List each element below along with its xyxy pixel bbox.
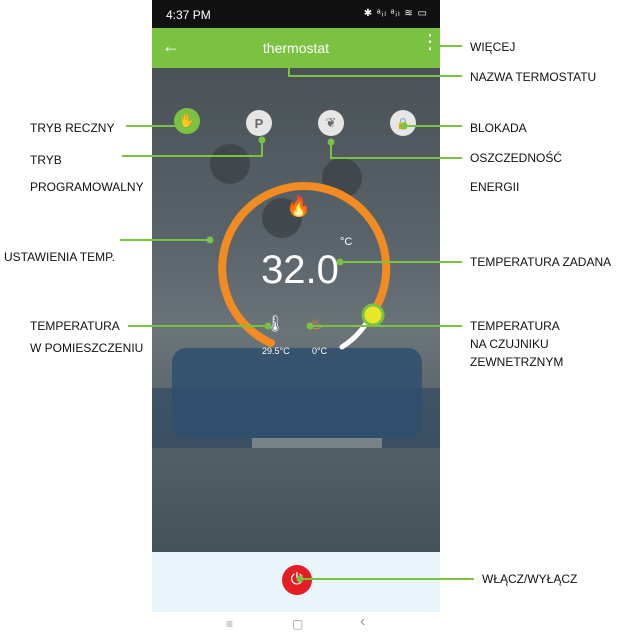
annotation-program-mode-2: PROGRAMOWALNY [30,180,144,194]
annotation-program-mode: TRYB [30,153,62,167]
annotation-room-temperature-2: W POMIESZCZENIU [30,341,144,355]
annotation-power: WŁĄCZ/WYŁĄCZ [482,572,578,586]
annotation-energy-saving: OSZCZEDNOŚĆ [470,151,563,165]
annotation-more: WIĘCEJ [470,40,516,54]
annotation-lock: BLOKADA [470,121,527,135]
annotation-external-temperature: TEMPERATURA [470,319,560,333]
annotation-room-temperature: TEMPERATURA [30,319,120,333]
annotation-external-temperature-3: ZEWNETRZNYM [470,355,564,369]
annotation-external-temperature-2: NA CZUJNIKU [470,337,549,351]
annotation-set-temperature: TEMPERATURA ZADANA [470,255,612,269]
annotation-thermostat-name: NAZWA TERMOSTATU [470,70,597,84]
callout-lines [120,42,474,583]
annotation-energy-saving-2: ENERGII [470,180,520,194]
annotation-temp-settings: USTAWIENIA TEMP. [4,250,115,264]
annotation-manual-mode: TRYB RECZNY [30,121,115,135]
